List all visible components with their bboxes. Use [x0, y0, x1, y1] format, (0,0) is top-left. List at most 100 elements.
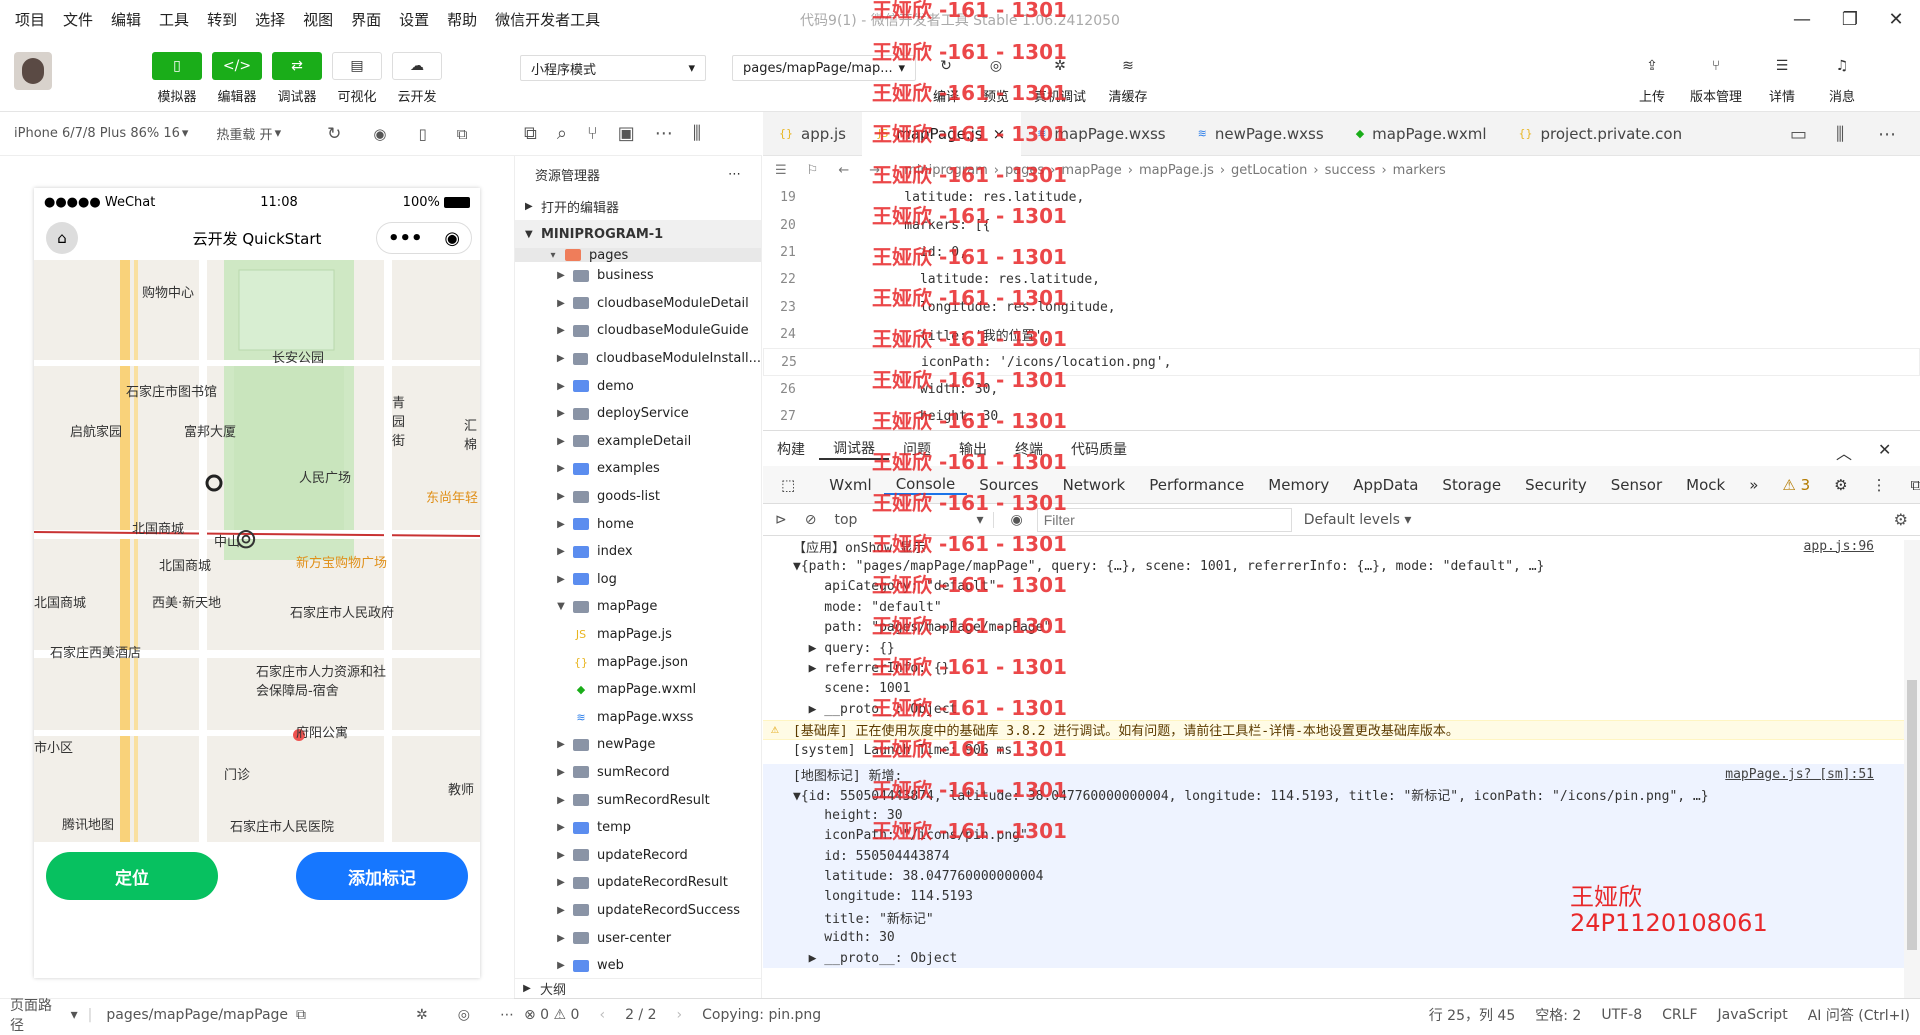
tree-folder[interactable]: ▶ temp [515, 814, 761, 842]
breadcrumb-item[interactable]: success [1325, 163, 1376, 178]
undock-icon[interactable]: ⧉ [1899, 476, 1920, 494]
tree-folder[interactable]: ▶ sumRecord [515, 759, 761, 787]
tree-file[interactable]: {} mapPage.json [515, 648, 761, 676]
close-button[interactable]: ✕ [1872, 0, 1920, 38]
menu-item[interactable]: 工具 [150, 9, 198, 30]
menu-item[interactable]: 微信开发者工具 [486, 9, 609, 30]
devtools-tab[interactable]: 终端 [1001, 439, 1057, 459]
editor-tab[interactable]: ≋ mapPage.wxss [1021, 112, 1181, 156]
panel-tab[interactable]: Network [1051, 476, 1138, 494]
eye-icon[interactable]: ◎ [458, 1007, 470, 1023]
inspect-icon[interactable]: ⬚ [769, 476, 807, 494]
bug-icon[interactable]: ✲ [416, 1007, 428, 1023]
toolbar-cloud-button[interactable]: ☁ 云开发 [387, 52, 447, 105]
toolbar-phone-button[interactable]: ▯ 模拟器 [147, 52, 207, 105]
panel-tab[interactable]: Storage [1430, 476, 1513, 494]
map-view[interactable]: 购物中心 长安公园 石家庄市图书馆 启航家园 富邦大厦 人民广场 东尚年轻 北国商城 中山 新方宝… [34, 260, 480, 842]
panel-tab[interactable]: Wxml [817, 476, 884, 494]
tree-folder[interactable]: ▶ deployService [515, 400, 761, 428]
menu-item[interactable]: 帮助 [438, 9, 486, 30]
tree-folder[interactable]: ▶ updateRecordSuccess [515, 897, 761, 925]
menu-item[interactable]: 界面 [342, 9, 390, 30]
close-tab-icon[interactable]: × [993, 125, 1006, 143]
tree-file[interactable]: ◆ mapPage.wxml [515, 676, 761, 704]
devtools-tab[interactable]: 构建 [763, 439, 819, 459]
panel-tab[interactable]: Security [1513, 476, 1599, 494]
breadcrumb-item[interactable]: markers [1393, 163, 1446, 178]
menu-item[interactable]: 编辑 [102, 9, 150, 30]
source-link[interactable]: mapPage.js? [sm]:51 [1725, 767, 1874, 782]
toolbar-code-button[interactable]: </> 编辑器 [207, 52, 267, 105]
more-icon[interactable]: ⋯ [1878, 124, 1896, 145]
menu-item[interactable]: 转到 [198, 9, 246, 30]
tree-folder[interactable]: ▶ sumRecordResult [515, 786, 761, 814]
split-icon[interactable]: ⫼ [693, 123, 701, 144]
project-section[interactable]: ▼ MINIPROGRAM-1 [515, 220, 761, 248]
tree-folder[interactable]: ▶ updateRecordResult [515, 869, 761, 897]
outline-section[interactable]: ▶ 大纲 [514, 978, 762, 998]
toolbar-eye-button[interactable]: ◎ 预览 [966, 52, 1026, 105]
tree-folder[interactable]: ▶ web [515, 952, 761, 980]
bookmark-icon[interactable]: ⚐ [807, 163, 819, 178]
warning-count[interactable]: ⚠ 3 [1770, 476, 1822, 494]
maximize-button[interactable]: ❐ [1826, 0, 1874, 38]
panel-tab[interactable]: AppData [1341, 476, 1430, 494]
phone-icon[interactable]: ▯ [418, 125, 426, 143]
tree-folder[interactable]: ▶ cloudbaseModuleInstall... [515, 345, 761, 373]
toolbar-bug-button[interactable]: ✲ 真机调试 [1030, 52, 1090, 105]
levels-select[interactable]: Default levels ▾ [1304, 512, 1412, 528]
more-tabs-icon[interactable]: » [1737, 476, 1770, 494]
breadcrumb-item[interactable]: pages [1005, 163, 1044, 178]
locate-button[interactable]: 定位 [46, 852, 218, 900]
tree-folder[interactable]: ▶ demo [515, 372, 761, 400]
devtools-tab[interactable]: 问题 [889, 439, 945, 459]
tree-folder[interactable]: ▶ index [515, 538, 761, 566]
devtools-tab[interactable]: 代码质量 [1057, 439, 1141, 459]
rotate-icon[interactable]: ↻ [327, 124, 341, 144]
panel-tab[interactable]: Console [883, 475, 968, 495]
add-marker-button[interactable]: 添加标记 [296, 852, 468, 900]
context-select[interactable]: top ▾ [834, 511, 995, 528]
list-icon[interactable]: ☰ [775, 163, 787, 178]
breadcrumb-item[interactable]: miniprogram [904, 163, 988, 178]
code-editor[interactable]: 19 latitude: res.latitude, 20 markers: [{… [763, 184, 1920, 430]
menu-item[interactable]: 设置 [390, 9, 438, 30]
tree-folder[interactable]: ▶ user-center [515, 924, 761, 952]
sidebar-toggle-icon[interactable]: ⊳ [775, 512, 787, 528]
console-filter-input[interactable] [1036, 507, 1292, 532]
tree-folder[interactable]: ▶ examples [515, 455, 761, 483]
editor-tab[interactable]: {} project.private.con [1503, 112, 1699, 156]
gear-icon[interactable]: ⚙ [1822, 476, 1859, 494]
tree-folder[interactable]: ▶ cloudbaseModuleGuide [515, 317, 761, 345]
device-select[interactable]: iPhone 6/7/8 Plus 86% 16 [14, 126, 180, 141]
clear-console-icon[interactable]: ⊘ [805, 512, 817, 528]
extensions-icon[interactable]: ▣ [618, 123, 635, 144]
panel-tab[interactable]: Performance [1137, 476, 1256, 494]
tree-folder[interactable]: ▶ cloudbaseModuleDetail [515, 290, 761, 318]
panel-tab[interactable]: Sensor [1599, 476, 1674, 494]
open-editors-section[interactable]: ▶ 打开的编辑器 [515, 192, 761, 220]
record-icon[interactable]: ◉ [373, 125, 386, 143]
split-editor-icon[interactable]: ⫼ [1836, 124, 1844, 145]
toolbar-layout-button[interactable]: ▤ 可视化 [327, 52, 387, 105]
editor-tab[interactable]: ◆ mapPage.wxml [1340, 112, 1503, 156]
search-icon[interactable]: ⌕ [557, 123, 567, 144]
back-icon[interactable]: ← [838, 163, 849, 178]
tree-folder[interactable]: ▼ mapPage [515, 593, 761, 621]
breadcrumb-item[interactable]: mapPage.js [1139, 163, 1214, 178]
console-scrollbar[interactable] [1904, 540, 1920, 998]
forward-icon[interactable]: → [869, 163, 880, 178]
menu-item[interactable]: 视图 [294, 9, 342, 30]
panel-tab[interactable]: Memory [1256, 476, 1341, 494]
panel-tab[interactable]: Mock [1674, 476, 1737, 494]
close-panel-icon[interactable]: ✕ [1878, 440, 1891, 459]
editor-tab[interactable]: JS mapPage.js × [862, 111, 1022, 156]
menu-item[interactable]: 文件 [54, 9, 102, 30]
toolbar-layers-button[interactable]: ≋ 清缓存 [1098, 52, 1158, 105]
menu-item[interactable]: 选择 [246, 9, 294, 30]
tree-file[interactable]: JS mapPage.js [515, 621, 761, 649]
tree-folder[interactable]: ▶ business [515, 262, 761, 290]
devtools-tab[interactable]: 输出 [945, 439, 1001, 459]
toolbar-menu-button[interactable]: ☰ 详情 [1752, 52, 1812, 105]
preview-icon[interactable]: ▭ [1790, 124, 1807, 145]
